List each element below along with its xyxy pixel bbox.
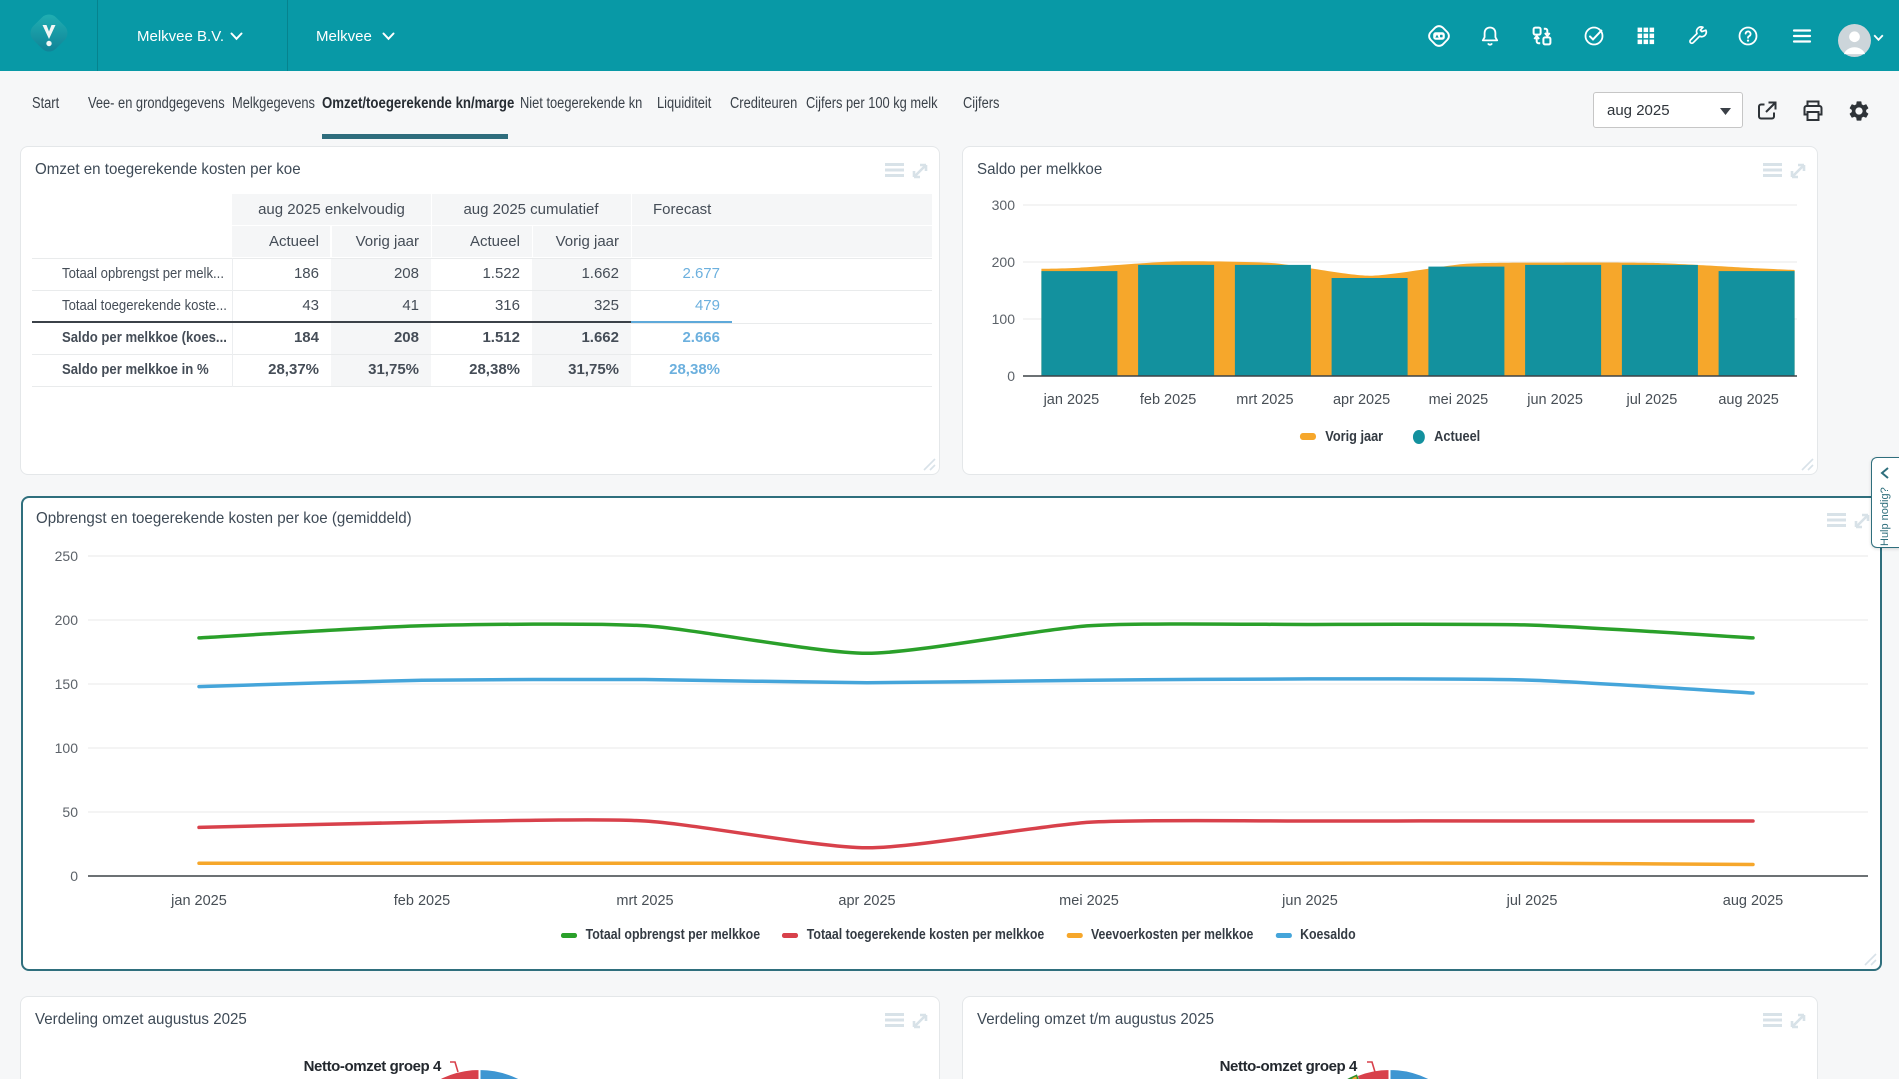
svg-text:200: 200 xyxy=(992,254,1016,270)
svg-text:jul 2025: jul 2025 xyxy=(1506,893,1558,909)
svg-text:jan 2025: jan 2025 xyxy=(1043,392,1100,408)
svg-text:250: 250 xyxy=(55,548,79,564)
svg-text:0: 0 xyxy=(70,868,78,884)
svg-text:100: 100 xyxy=(992,311,1016,327)
svg-text:300: 300 xyxy=(992,197,1016,213)
svg-text:jan 2025: jan 2025 xyxy=(170,893,227,909)
svg-text:aug 2025: aug 2025 xyxy=(1723,893,1783,909)
svg-text:apr 2025: apr 2025 xyxy=(838,893,895,909)
svg-text:feb 2025: feb 2025 xyxy=(1140,392,1196,408)
svg-text:100: 100 xyxy=(55,740,79,756)
svg-text:mrt 2025: mrt 2025 xyxy=(616,893,673,909)
svg-text:mei 2025: mei 2025 xyxy=(1059,893,1119,909)
svg-text:jul 2025: jul 2025 xyxy=(1626,392,1678,408)
svg-text:mei 2025: mei 2025 xyxy=(1429,392,1489,408)
svg-text:150: 150 xyxy=(55,676,79,692)
svg-text:aug 2025: aug 2025 xyxy=(1718,392,1778,408)
svg-text:mrt 2025: mrt 2025 xyxy=(1236,392,1293,408)
svg-text:jun 2025: jun 2025 xyxy=(1281,893,1338,909)
svg-text:apr 2025: apr 2025 xyxy=(1333,392,1390,408)
svg-text:50: 50 xyxy=(62,804,78,820)
svg-text:0: 0 xyxy=(1007,368,1015,384)
svg-text:feb 2025: feb 2025 xyxy=(394,893,450,909)
svg-text:200: 200 xyxy=(55,612,79,628)
svg-text:jun 2025: jun 2025 xyxy=(1526,392,1583,408)
